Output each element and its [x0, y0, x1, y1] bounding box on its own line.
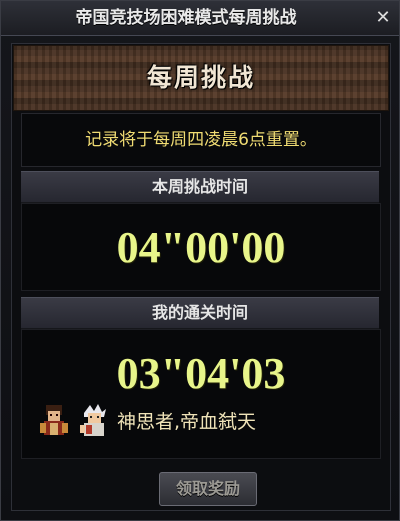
window-title: 帝国竞技场困难模式每周挑战 — [75, 8, 297, 28]
character-avatar-2-icon — [80, 404, 106, 436]
my-time-panel: 03"04'03 — [21, 329, 381, 459]
my-time-label: 我的通关时间 — [21, 297, 379, 329]
header-banner: 每周挑战 — [13, 45, 389, 111]
weekly-time-panel: 04"00'00 — [21, 203, 381, 291]
weekly-time-value: 04"00'00 — [116, 223, 286, 272]
character-avatar-1-icon — [40, 405, 68, 435]
weekly-challenge-window: 帝国竞技场困难模式每周挑战 ✕ 每周挑战 记录将于每周四凌晨6点重置。 本周挑战… — [0, 0, 400, 521]
my-time-value: 03"04'03 — [116, 349, 286, 398]
reset-notice: 记录将于每周四凌晨6点重置。 — [85, 130, 317, 150]
claim-reward-button[interactable]: 领取奖励 — [159, 472, 257, 506]
weekly-time-label: 本周挑战时间 — [21, 171, 379, 203]
clear-party-names: 神思者,帝血弑天 — [117, 411, 257, 433]
close-icon[interactable]: ✕ — [373, 8, 393, 28]
title-bar: 帝国竞技场困难模式每周挑战 ✕ — [1, 1, 399, 36]
notice-panel: 记录将于每周四凌晨6点重置。 — [21, 113, 381, 167]
header-title: 每周挑战 — [146, 63, 255, 92]
